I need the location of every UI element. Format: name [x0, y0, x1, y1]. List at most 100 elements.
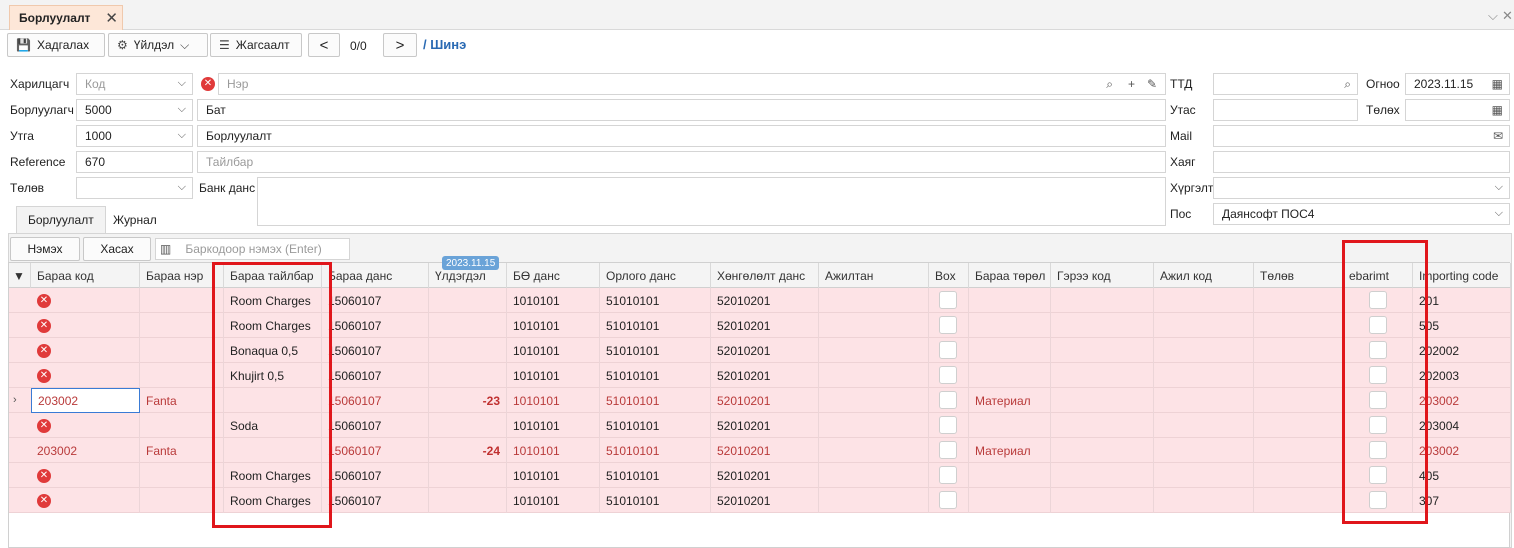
col-income-account-cell[interactable]: 51010101 [600, 438, 711, 463]
col-item-name-cell[interactable] [140, 338, 224, 363]
col-bo-account-cell[interactable]: 1010101 [507, 363, 600, 388]
col-status-cell[interactable] [1254, 363, 1343, 388]
close-tab-icon[interactable]: ✕ [105, 9, 118, 27]
col-contract-code-cell[interactable] [1051, 438, 1154, 463]
ebarimt-checkbox[interactable] [1369, 466, 1387, 484]
col-ebarimt-cell[interactable] [1343, 463, 1413, 488]
remove-line-button[interactable]: Хасах [83, 237, 151, 261]
col-box-cell[interactable] [929, 313, 969, 338]
col-bo-account-cell[interactable]: 1010101 [507, 313, 600, 338]
col-job-code-cell[interactable] [1154, 363, 1254, 388]
col-contract-code-cell[interactable] [1051, 463, 1154, 488]
envelope-icon[interactable]: ✉ [1493, 129, 1503, 143]
col-item-account-cell[interactable]: 15060107 [322, 288, 429, 313]
ebarimt-checkbox[interactable] [1369, 491, 1387, 509]
col-item-description-header[interactable]: Бараа тайлбар [224, 263, 322, 288]
col-status-cell[interactable] [1254, 438, 1343, 463]
col-ebarimt-cell[interactable] [1343, 338, 1413, 363]
col-item-type-cell[interactable]: Материал [969, 438, 1051, 463]
col-income-account-cell[interactable]: 51010101 [600, 388, 711, 413]
col-status-cell[interactable] [1254, 463, 1343, 488]
box-checkbox[interactable] [939, 491, 957, 509]
box-checkbox[interactable] [939, 341, 957, 359]
col-item-description-cell[interactable]: Room Charges [224, 313, 322, 338]
col-contract-code-cell[interactable] [1051, 388, 1154, 413]
table-row[interactable]: ✕ Room Charges 15060107 1010101 51010101 5201… [9, 463, 1511, 488]
col-discount-account-cell[interactable]: 52010201 [711, 338, 819, 363]
col-item-code-cell[interactable]: ✕ [31, 338, 140, 363]
col-status-cell[interactable] [1254, 413, 1343, 438]
table-row[interactable]: ✕ Room Charges 15060107 1010101 51010101 5201… [9, 288, 1511, 313]
col-income-account-cell[interactable]: 51010101 [600, 363, 711, 388]
flow-code-select[interactable]: 1000 ⌵ [76, 125, 193, 147]
pay-date-input[interactable]: ▦ [1405, 99, 1510, 121]
calendar-icon[interactable]: ▦ [1492, 77, 1503, 91]
col-item-name-cell[interactable] [140, 363, 224, 388]
col-item-code-header[interactable]: Бараа код [31, 263, 140, 288]
next-record-button[interactable]: > [383, 33, 417, 57]
col-balance-cell[interactable] [429, 313, 507, 338]
col-item-name-cell[interactable] [140, 288, 224, 313]
table-row[interactable]: ✕ Room Charges 15060107 1010101 51010101 5201… [9, 488, 1511, 513]
table-row[interactable]: › 203002 Fanta 15060107 -23 1010101 51010101 52… [9, 388, 1511, 413]
table-row[interactable]: ✕ Khujirt 0,5 15060107 1010101 51010101 52010… [9, 363, 1511, 388]
col-balance-cell[interactable] [429, 463, 507, 488]
col-importing-code-cell[interactable]: 202003 [1413, 363, 1511, 388]
col-ebarimt-cell[interactable] [1343, 438, 1413, 463]
col-status-cell[interactable] [1254, 288, 1343, 313]
table-row[interactable]: ✕ Soda 15060107 1010101 51010101 52010201 2030… [9, 413, 1511, 438]
col-contract-code-cell[interactable] [1051, 313, 1154, 338]
col-income-account-cell[interactable]: 51010101 [600, 288, 711, 313]
col-item-description-cell[interactable]: Soda [224, 413, 322, 438]
col-employee-cell[interactable] [819, 438, 929, 463]
col-job-code-cell[interactable] [1154, 388, 1254, 413]
col-bo-account-cell[interactable]: 1010101 [507, 388, 600, 413]
table-row[interactable]: ✕ Room Charges 15060107 1010101 51010101 5201… [9, 313, 1511, 338]
col-income-account-cell[interactable]: 51010101 [600, 413, 711, 438]
col-ebarimt-cell[interactable] [1343, 388, 1413, 413]
col-job-code-cell[interactable] [1154, 488, 1254, 513]
col-discount-account-cell[interactable]: 52010201 [711, 388, 819, 413]
col-income-account-header[interactable]: Орлого данс [600, 263, 711, 288]
col-discount-account-cell[interactable]: 52010201 [711, 463, 819, 488]
col-employee-cell[interactable] [819, 313, 929, 338]
col-employee-header[interactable]: Ажилтан [819, 263, 929, 288]
col-item-name-cell[interactable] [140, 463, 224, 488]
tab-journal[interactable]: Журнал [102, 206, 168, 233]
seller-code-select[interactable]: 5000 ⌵ [76, 99, 193, 121]
col-importing-code-cell[interactable]: 203004 [1413, 413, 1511, 438]
customer-name-input[interactable]: Нэр ⌕ + ✎ [218, 73, 1166, 95]
box-checkbox[interactable] [939, 291, 957, 309]
col-balance-cell[interactable] [429, 338, 507, 363]
search-icon[interactable]: ⌕ [1106, 77, 1113, 92]
col-item-code-cell[interactable]: ✕ [31, 488, 140, 513]
close-window-icon[interactable]: ✕ [1502, 8, 1513, 24]
prev-record-button[interactable]: < [308, 33, 340, 57]
col-ebarimt-cell[interactable] [1343, 288, 1413, 313]
col-item-code-cell[interactable]: 203002 [31, 388, 140, 413]
col-balance-cell[interactable] [429, 363, 507, 388]
col-item-type-cell[interactable] [969, 363, 1051, 388]
col-status-cell[interactable] [1254, 488, 1343, 513]
col-item-description-cell[interactable] [224, 388, 322, 413]
col-item-name-cell[interactable] [140, 313, 224, 338]
col-balance-cell[interactable] [429, 413, 507, 438]
col-item-type-cell[interactable] [969, 313, 1051, 338]
delivery-select[interactable]: ⌵ [1213, 177, 1510, 199]
col-contract-code-cell[interactable] [1051, 338, 1154, 363]
phone-input[interactable] [1213, 99, 1358, 121]
col-employee-cell[interactable] [819, 388, 929, 413]
ebarimt-checkbox[interactable] [1369, 316, 1387, 334]
col-ebarimt-cell[interactable] [1343, 363, 1413, 388]
address-input[interactable] [1213, 151, 1510, 173]
col-job-code-cell[interactable] [1154, 313, 1254, 338]
ebarimt-checkbox[interactable] [1369, 341, 1387, 359]
box-checkbox[interactable] [939, 391, 957, 409]
col-employee-cell[interactable] [819, 463, 929, 488]
col-status-cell[interactable] [1254, 338, 1343, 363]
col-income-account-cell[interactable]: 51010101 [600, 338, 711, 363]
col-importing-code-cell[interactable]: 307 [1413, 488, 1511, 513]
flow-name-field[interactable]: Борлуулалт [197, 125, 1166, 147]
col-item-account-cell[interactable]: 15060107 [322, 338, 429, 363]
ebarimt-checkbox[interactable] [1369, 416, 1387, 434]
